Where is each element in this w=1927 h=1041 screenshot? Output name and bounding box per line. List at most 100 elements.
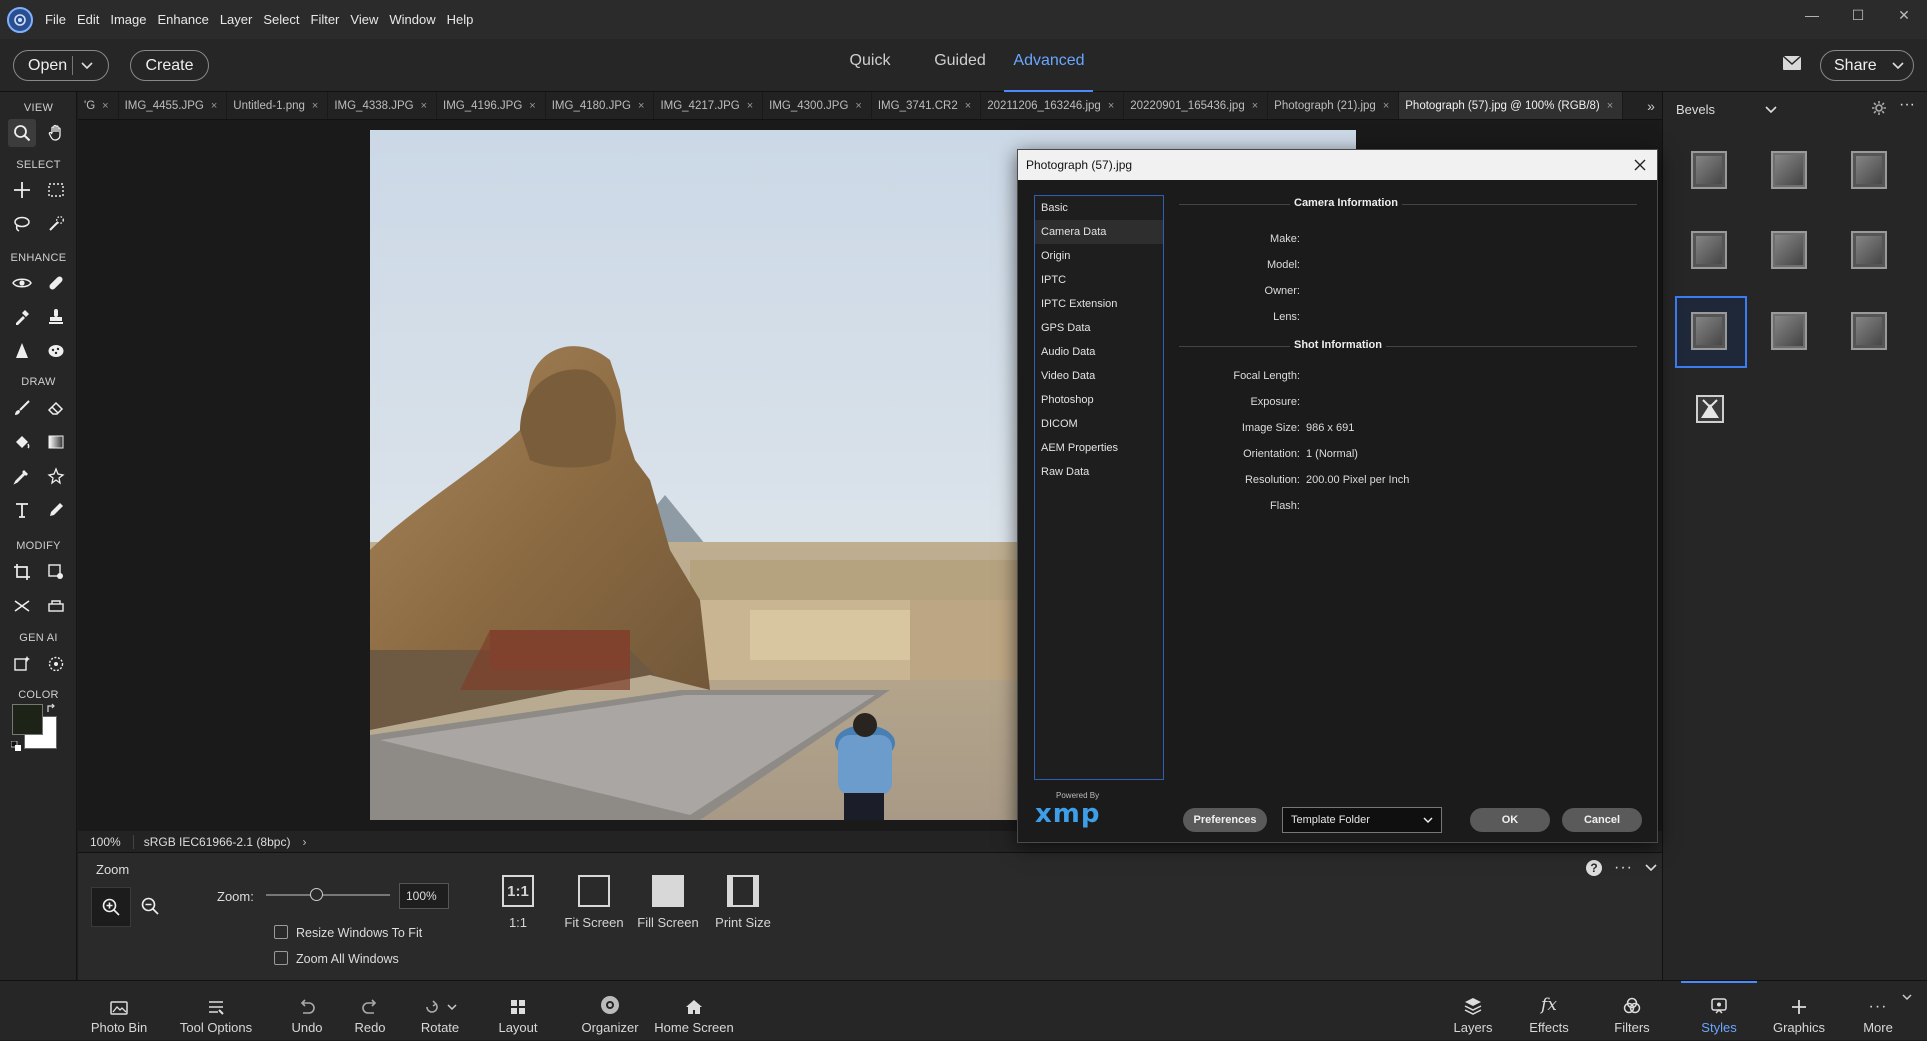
close-tab-icon[interactable]: × <box>1252 100 1258 112</box>
effects-button[interactable]: fx Effects <box>1525 981 1573 1041</box>
red-eye-tool-icon[interactable] <box>8 269 36 297</box>
print-size-button[interactable]: Print Size <box>712 875 774 930</box>
pencil-tool-icon[interactable] <box>42 496 70 524</box>
chevron-down-icon[interactable] <box>1765 106 1777 114</box>
mode-guided[interactable]: Guided <box>932 52 988 70</box>
close-tab-icon[interactable]: × <box>211 100 217 112</box>
generative-fill-tool-icon[interactable] <box>8 650 36 678</box>
more-button[interactable]: ··· More <box>1858 981 1898 1041</box>
bevel-style-swatch[interactable] <box>1851 151 1887 189</box>
chevron-down-icon[interactable] <box>1902 994 1912 1001</box>
zoom-out-icon[interactable] <box>140 896 160 916</box>
lasso-tool-icon[interactable] <box>8 210 36 238</box>
document-tab-active[interactable]: Photograph (57).jpg @ 100% (RGB/8) × <box>1399 92 1624 119</box>
default-colors-icon[interactable] <box>11 741 21 751</box>
clone-stamp-tool-icon[interactable] <box>42 303 70 331</box>
close-window-button[interactable]: ✕ <box>1881 0 1927 30</box>
zoom-all-windows-checkbox[interactable] <box>274 951 288 965</box>
help-icon[interactable]: ? <box>1586 860 1602 876</box>
document-tab[interactable]: IMG_4196.JPG × <box>437 92 546 119</box>
tabs-overflow-button[interactable]: » <box>1640 92 1662 120</box>
metadata-category-item[interactable]: Raw Data <box>1035 460 1163 484</box>
bevel-style-swatch[interactable] <box>1771 151 1807 189</box>
recompose-tool-icon[interactable] <box>42 558 70 586</box>
metadata-category-item[interactable]: AEM Properties <box>1035 436 1163 460</box>
mail-icon[interactable] <box>1782 55 1802 71</box>
menu-file[interactable]: File <box>45 0 66 39</box>
metadata-category-item[interactable]: DICOM <box>1035 412 1163 436</box>
foreground-color-swatch[interactable] <box>12 704 43 735</box>
metadata-field-value[interactable]: 986 x 691 <box>1306 422 1354 434</box>
document-tab[interactable]: Photograph (21).jpg × <box>1268 92 1400 119</box>
bevel-style-swatch[interactable] <box>1851 231 1887 269</box>
undo-button[interactable]: Undo <box>285 981 329 1041</box>
custom-bevel-style-icon[interactable] <box>1691 390 1729 428</box>
marquee-tool-icon[interactable] <box>42 176 70 204</box>
document-tab[interactable]: IMG_4180.JPG × <box>546 92 655 119</box>
menu-select[interactable]: Select <box>263 0 299 39</box>
crop-tool-icon[interactable] <box>8 558 36 586</box>
quick-selection-tool-icon[interactable] <box>42 210 70 238</box>
bevel-style-swatch[interactable] <box>1691 151 1727 189</box>
close-tab-icon[interactable]: × <box>1607 100 1613 112</box>
document-tab[interactable]: IMG_3741.CR2 × <box>872 92 982 119</box>
menu-edit[interactable]: Edit <box>77 0 99 39</box>
close-tab-icon[interactable]: × <box>312 100 318 112</box>
document-tab[interactable]: IMG_4217.JPG × <box>654 92 764 119</box>
menu-enhance[interactable]: Enhance <box>158 0 209 39</box>
close-tab-icon[interactable]: × <box>965 100 971 112</box>
document-tab[interactable]: IMG_4455.JPG × <box>119 92 228 119</box>
bevel-style-swatch[interactable] <box>1851 312 1887 350</box>
move-tool-icon[interactable] <box>8 176 36 204</box>
blur-tool-icon[interactable] <box>8 337 36 365</box>
bevel-style-swatch[interactable] <box>1691 231 1727 269</box>
maximize-button[interactable]: ☐ <box>1835 0 1881 30</box>
cancel-button[interactable]: Cancel <box>1562 808 1642 832</box>
dialog-close-icon[interactable] <box>1631 156 1649 174</box>
filters-button[interactable]: Filters <box>1608 981 1656 1041</box>
bevel-style-swatch[interactable] <box>1771 231 1807 269</box>
hand-tool-icon[interactable] <box>42 119 70 147</box>
document-tab[interactable]: Untitled-1.png × <box>227 92 329 119</box>
menu-view[interactable]: View <box>350 0 378 39</box>
chevron-down-icon[interactable] <box>1645 864 1657 872</box>
document-tab[interactable]: 'G × <box>78 92 119 119</box>
smart-brush-tool-icon[interactable] <box>8 303 36 331</box>
template-folder-select[interactable]: Template Folder <box>1282 807 1442 833</box>
sponge-tool-icon[interactable] <box>42 337 70 365</box>
organizer-button[interactable]: Organizer <box>580 981 640 1041</box>
photo-bin-button[interactable]: Photo Bin <box>88 981 150 1041</box>
eraser-tool-icon[interactable] <box>42 394 70 422</box>
close-tab-icon[interactable]: × <box>102 100 108 112</box>
swap-colors-icon[interactable] <box>46 703 57 714</box>
brush-tool-icon[interactable] <box>8 394 36 422</box>
chevron-down-icon[interactable] <box>81 61 93 70</box>
metadata-category-item[interactable]: Camera Data <box>1035 220 1163 244</box>
close-tab-icon[interactable]: × <box>638 100 644 112</box>
panel-menu-icon[interactable]: ··· <box>1899 96 1915 114</box>
bevel-style-swatch-selected[interactable] <box>1691 312 1727 350</box>
resize-windows-checkbox[interactable] <box>274 925 288 939</box>
straighten-tool-icon[interactable] <box>8 592 36 620</box>
close-tab-icon[interactable]: × <box>1383 100 1389 112</box>
graphics-button[interactable]: Graphics <box>1770 981 1828 1041</box>
close-tab-icon[interactable]: × <box>421 100 427 112</box>
close-tab-icon[interactable]: × <box>1108 100 1114 112</box>
gear-icon[interactable] <box>1871 100 1887 116</box>
styles-button[interactable]: Styles <box>1681 981 1757 1041</box>
rotate-button[interactable]: Rotate <box>414 981 466 1041</box>
zoom-slider-handle[interactable] <box>309 888 323 901</box>
zoom-value-input[interactable]: 100% <box>399 883 449 909</box>
gradient-tool-icon[interactable] <box>42 428 70 456</box>
content-aware-move-tool-icon[interactable] <box>42 592 70 620</box>
document-tab[interactable]: 20211206_163246.jpg × <box>981 92 1125 119</box>
metadata-category-item[interactable]: Audio Data <box>1035 340 1163 364</box>
custom-shape-tool-icon[interactable] <box>42 462 70 490</box>
metadata-category-item[interactable]: Photoshop <box>1035 388 1163 412</box>
status-menu-arrow[interactable]: › <box>302 835 306 849</box>
metadata-category-item[interactable]: IPTC Extension <box>1035 292 1163 316</box>
menu-window[interactable]: Window <box>389 0 435 39</box>
redo-button[interactable]: Redo <box>348 981 392 1041</box>
close-tab-icon[interactable]: × <box>747 100 753 112</box>
zoom-slider[interactable] <box>266 888 390 901</box>
